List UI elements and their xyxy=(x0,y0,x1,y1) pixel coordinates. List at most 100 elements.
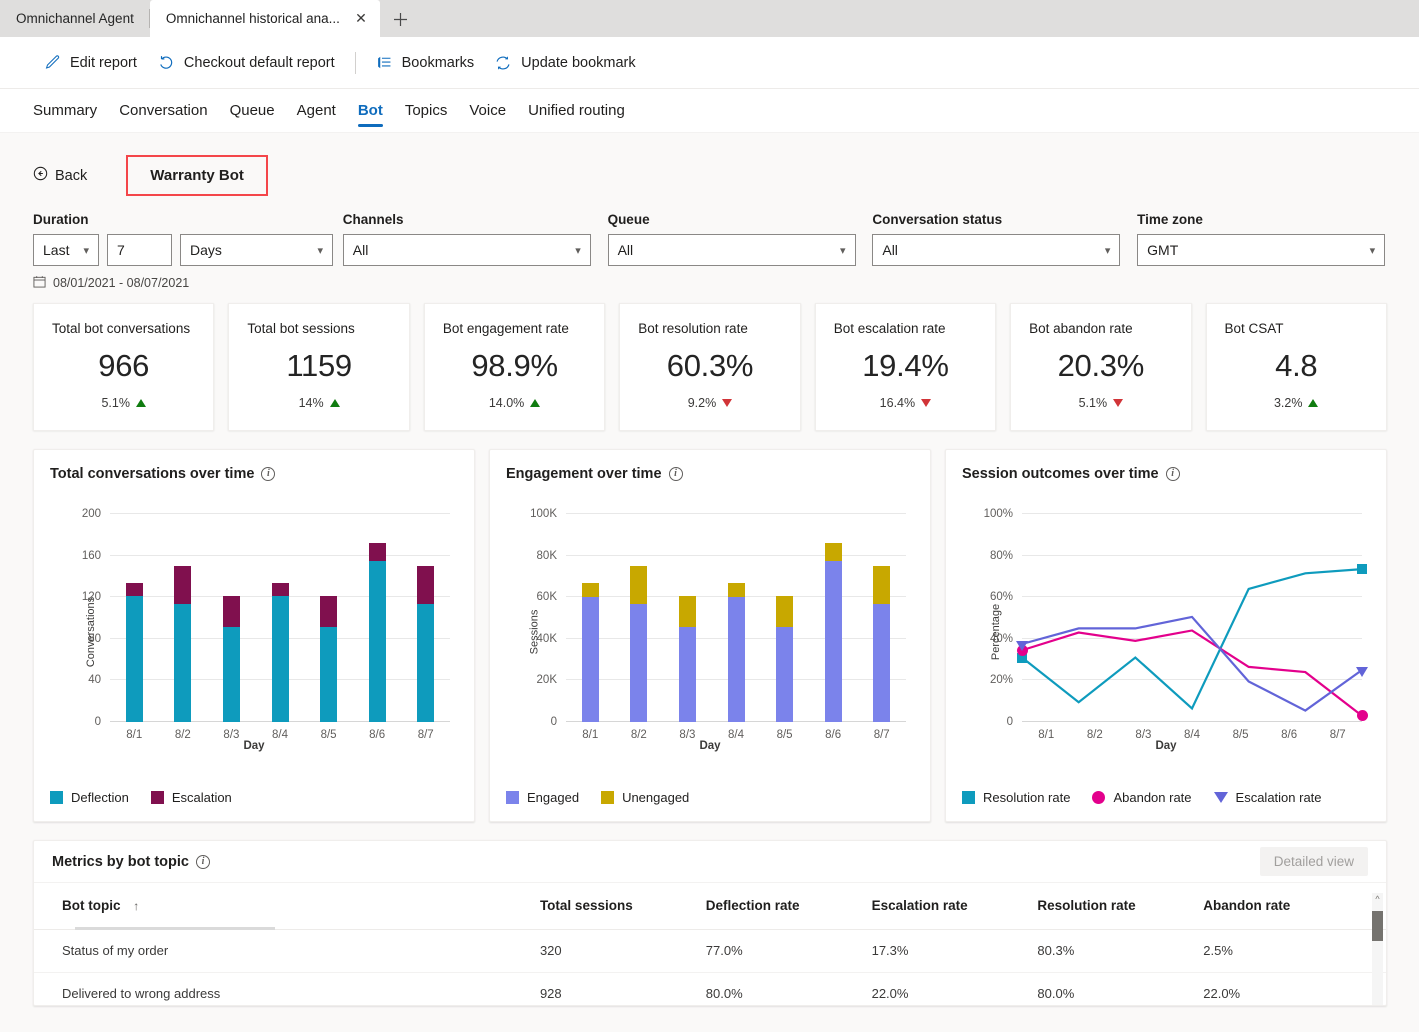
bar-stack[interactable] xyxy=(222,596,240,722)
filter-label: Time zone xyxy=(1137,212,1203,227)
metrics-by-bot-topic-card: Metrics by bot topic i Detailed view Bot… xyxy=(33,840,1387,1006)
bar-stack[interactable] xyxy=(368,543,386,722)
bar-stack[interactable] xyxy=(678,596,696,722)
column-header-escalation-rate[interactable]: Escalation rate xyxy=(871,883,1038,930)
tab-topics[interactable]: Topics xyxy=(394,89,459,133)
conversation-status-value: All xyxy=(882,242,898,258)
bar-stack[interactable] xyxy=(271,582,289,722)
scroll-up-icon[interactable]: ^ xyxy=(1372,893,1383,908)
back-button[interactable]: Back xyxy=(33,166,87,185)
tab-unified-routing[interactable]: Unified routing xyxy=(517,89,636,133)
queue-select[interactable]: All ▾ xyxy=(607,234,856,266)
legend-label: Deflection xyxy=(71,790,129,805)
column-header-abandon-rate[interactable]: Abandon rate xyxy=(1203,883,1386,930)
info-icon[interactable]: i xyxy=(1165,467,1180,481)
kpi-delta-value: 16.4% xyxy=(879,396,916,410)
chart-card-session-outcomes-over-time: Session outcomes over time i Percentage … xyxy=(945,449,1387,822)
checkout-default-report-button[interactable]: Checkout default report xyxy=(147,48,345,78)
bar-stack[interactable] xyxy=(776,596,794,722)
info-icon[interactable]: i xyxy=(195,854,210,869)
update-bookmark-button[interactable]: Update bookmark xyxy=(484,48,645,78)
vertical-scrollbar[interactable]: ^ xyxy=(1372,893,1383,1005)
bar-segment xyxy=(417,566,435,605)
bar-stack[interactable] xyxy=(320,596,338,722)
bookmarks-button[interactable]: Bookmarks xyxy=(366,48,485,77)
bar-segment xyxy=(417,604,435,722)
column-header-total-sessions[interactable]: Total sessions xyxy=(539,883,706,930)
tab-label: Unified routing xyxy=(528,102,625,119)
y-axis-tick: 0 xyxy=(94,716,101,728)
kpi-value: 966 xyxy=(98,348,150,383)
bar-stack[interactable] xyxy=(630,566,648,722)
info-icon[interactable]: i xyxy=(261,467,276,481)
y-axis-tick: 0 xyxy=(550,716,557,728)
channels-select[interactable]: All ▾ xyxy=(342,234,591,266)
bar-segment xyxy=(368,560,386,722)
cell-escalation-rate: 17.3% xyxy=(871,929,1038,973)
info-icon[interactable]: i xyxy=(668,467,683,481)
data-point-marker-circle[interactable] xyxy=(1356,710,1368,722)
bar-segment xyxy=(873,566,891,605)
legend-item[interactable]: Escalation xyxy=(150,790,232,805)
tab-summary[interactable]: Summary xyxy=(33,89,108,133)
browser-tab-strip: Omnichannel Agent Omnichannel historical… xyxy=(0,0,1419,37)
kpi-card: Bot CSAT 4.8 3.2% xyxy=(1205,303,1387,431)
tab-voice[interactable]: Voice xyxy=(458,89,517,133)
bar-stack[interactable] xyxy=(873,566,891,722)
trend-up-icon xyxy=(329,399,340,407)
bar-stack[interactable] xyxy=(727,582,745,722)
table-header-row: Metrics by bot topic i Detailed view xyxy=(34,841,1386,883)
cell-abandon-rate: 22.0% xyxy=(1203,972,1386,1005)
legend-item[interactable]: Deflection xyxy=(50,790,129,805)
bar-stack[interactable] xyxy=(581,582,599,722)
column-header-resolution-rate[interactable]: Resolution rate xyxy=(1037,883,1204,930)
bookmarks-label: Bookmarks xyxy=(401,54,475,71)
chart-title-row: Session outcomes over time i xyxy=(962,466,1370,482)
browser-tab-omnichannel-agent[interactable]: Omnichannel Agent xyxy=(0,0,150,37)
duration-amount-value: 7 xyxy=(117,242,125,258)
tab-bot[interactable]: Bot xyxy=(347,89,394,133)
column-header-deflection-rate[interactable]: Deflection rate xyxy=(705,883,872,930)
report-pivot-nav: Summary Conversation Queue Agent Bot Top… xyxy=(0,89,1419,133)
data-point-marker-triangle[interactable] xyxy=(1016,641,1028,651)
bar-segment xyxy=(678,627,696,722)
tab-conversation[interactable]: Conversation xyxy=(108,89,218,133)
chart-legend: Resolution rate Abandon rate Escalation ra… xyxy=(962,790,1322,805)
bar-stack[interactable] xyxy=(174,566,192,722)
duration-amount-input[interactable]: 7 xyxy=(107,234,172,266)
bar-segment xyxy=(581,582,599,598)
x-axis-title: Day xyxy=(243,740,265,752)
legend-item[interactable]: Abandon rate xyxy=(1092,790,1192,805)
tab-agent[interactable]: Agent xyxy=(286,89,347,133)
browser-tab-omnichannel-historical-analytics[interactable]: Omnichannel historical ana... ✕ xyxy=(149,0,380,37)
chart-legend: Engaged Unengaged xyxy=(506,790,689,805)
bar-stack[interactable] xyxy=(824,543,842,722)
close-icon[interactable]: ✕ xyxy=(350,8,372,30)
bar-stack[interactable] xyxy=(125,582,143,722)
table-title: Metrics by bot topic xyxy=(52,853,189,870)
legend-item[interactable]: Engaged xyxy=(506,790,579,805)
kpi-card: Bot resolution rate 60.3% 9.2% xyxy=(619,303,801,431)
conversation-status-select[interactable]: All ▾ xyxy=(872,234,1121,266)
kpi-delta-value: 5.1% xyxy=(101,396,130,410)
edit-report-button[interactable]: Edit report xyxy=(34,48,147,77)
column-header-bot-topic[interactable]: Bot topic ↑ xyxy=(34,883,540,930)
tab-queue[interactable]: Queue xyxy=(219,89,286,133)
duration-unit-select[interactable]: Days ▾ xyxy=(180,234,333,266)
data-point-marker-square[interactable] xyxy=(1357,564,1367,575)
duration-mode-select[interactable]: Last ▾ xyxy=(33,234,99,266)
table-row[interactable]: Delivered to wrong address 928 80.0% 22.0% 8… xyxy=(34,972,1386,1005)
detailed-view-button[interactable]: Detailed view xyxy=(1259,847,1368,876)
data-point-marker-triangle[interactable] xyxy=(1356,667,1368,677)
bar-stack[interactable] xyxy=(417,566,435,722)
new-tab-icon[interactable] xyxy=(384,4,418,34)
scrollbar-thumb[interactable] xyxy=(1372,911,1383,941)
table-row[interactable]: Status of my order 320 77.0% 17.3% 80.3% 2.5% xyxy=(34,929,1386,973)
bar-segment xyxy=(727,582,745,598)
legend-item[interactable]: Unengaged xyxy=(601,790,689,805)
kpi-card: Bot engagement rate 98.9% 14.0% xyxy=(423,303,606,431)
legend-item[interactable]: Escalation rate xyxy=(1213,790,1322,805)
time-zone-select[interactable]: GMT ▾ xyxy=(1137,234,1386,266)
horizontal-scrollbar[interactable] xyxy=(75,927,275,930)
legend-item[interactable]: Resolution rate xyxy=(962,790,1070,805)
